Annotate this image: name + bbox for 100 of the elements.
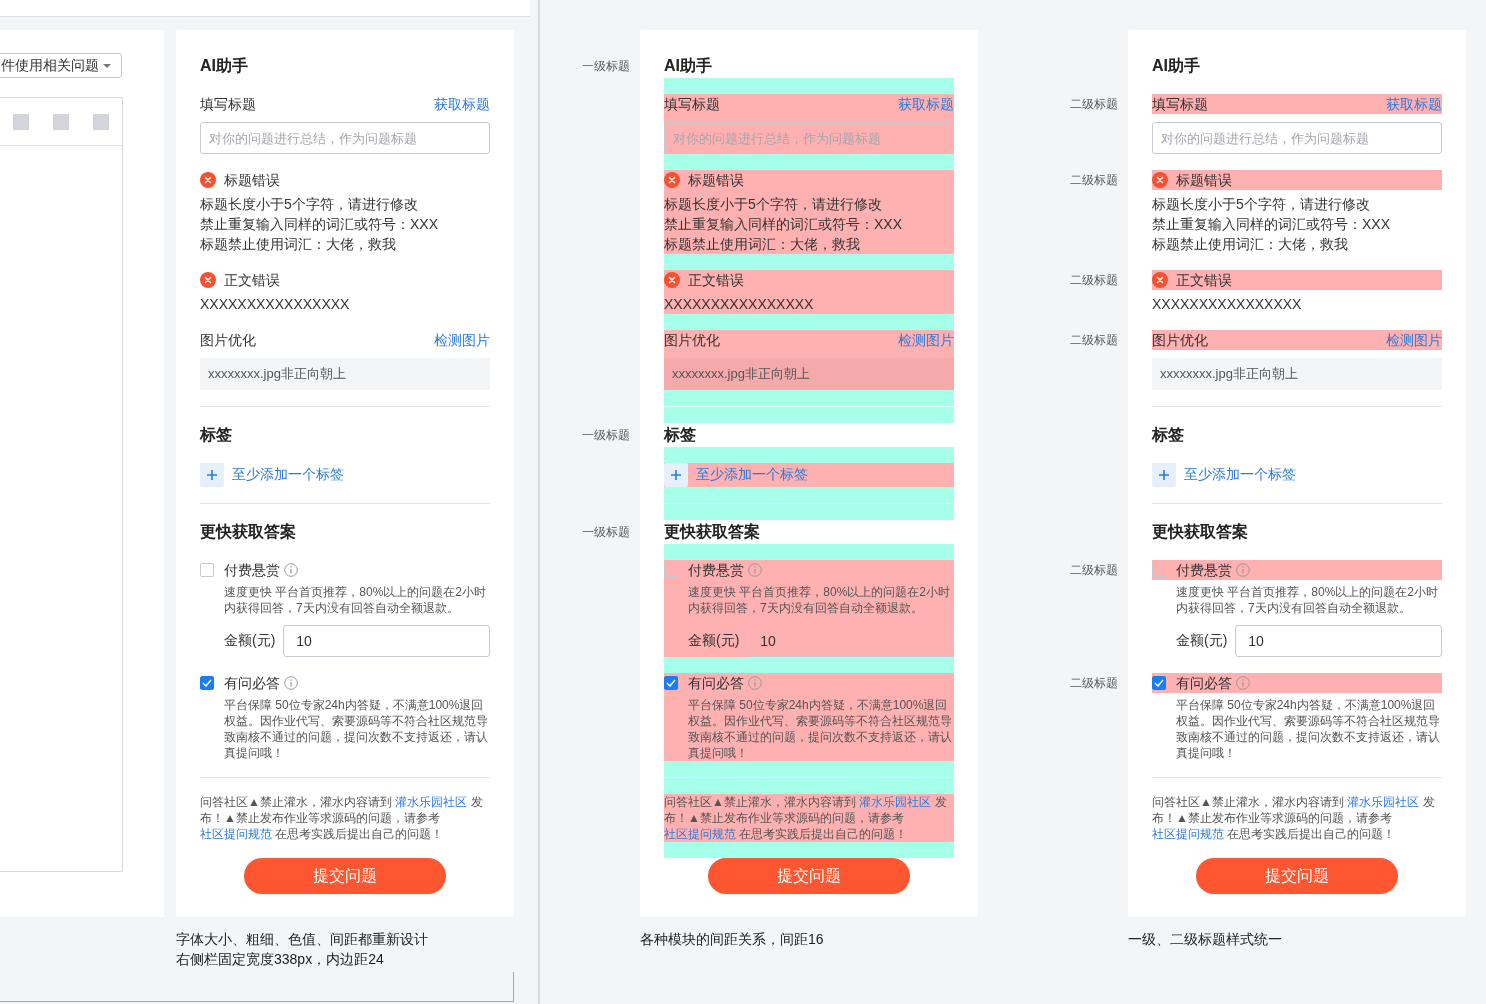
- option-description: 平台保障 50位专家24h内答疑，不满意100%退回权益。因作业代写、索要源码等不符合社区规范导致南核不通过的问题，提问次数不支持返还，请认真提问哦！: [688, 697, 953, 761]
- amount-field[interactable]: 10: [1235, 625, 1442, 657]
- checkbox[interactable]: [664, 563, 678, 577]
- plus-icon: [200, 463, 224, 487]
- toolbar-icon[interactable]: [53, 113, 69, 130]
- error-message: 标题长度小于5个字符，请进行修改: [1152, 195, 1371, 214]
- info-icon: [748, 676, 762, 690]
- category-dropdown[interactable]: 件使用相关问题: [0, 53, 122, 78]
- toolbar-icon[interactable]: [93, 113, 109, 130]
- error-message: 标题禁止使用词汇：大佬，救我: [200, 235, 397, 254]
- section-heading: AI助手: [200, 56, 249, 76]
- error-message: 禁止重复输入同样的词汇或符号：XXX: [664, 215, 903, 234]
- section-heading: 更快获取答案: [200, 522, 297, 542]
- notice-link[interactable]: 社区提问规范: [664, 827, 736, 841]
- annotation-label: 二级标题: [1069, 675, 1119, 692]
- section-heading: 标签: [1152, 425, 1185, 445]
- checkbox[interactable]: [664, 676, 678, 690]
- checkbox[interactable]: [200, 563, 214, 577]
- notice-link[interactable]: 灌水乐园社区: [1347, 795, 1420, 809]
- field-label: 填写标题: [664, 95, 720, 114]
- title-field[interactable]: 对你的问题进行总结，作为问题标题: [1152, 122, 1442, 154]
- action-link[interactable]: 检测图片: [434, 330, 490, 350]
- info-icon: [1236, 676, 1250, 690]
- notice-box: xxxxxxxx.jpg非正向朝上: [1152, 358, 1442, 390]
- info-icon: [284, 676, 298, 690]
- field-label: 图片优化: [200, 331, 256, 350]
- error-message: 标题长度小于5个字符，请进行修改: [200, 195, 419, 214]
- option-label: 有问必答: [224, 674, 280, 693]
- option-description: 速度更快 平台首页推荐，80%以上的问题在2小时内获得回答，7天内没有回答自动全额退款。: [224, 584, 488, 616]
- annotation-label: 二级标题: [1069, 96, 1119, 113]
- add-tag-button[interactable]: 至少添加一个标签: [1152, 463, 1296, 487]
- error-icon: [1152, 272, 1168, 288]
- error-message: XXXXXXXXXXXXXXXX: [664, 295, 815, 314]
- annotation-label: 一级标题: [581, 427, 631, 444]
- error-message: 禁止重复输入同样的词汇或符号：XXX: [200, 215, 439, 234]
- info-icon: [748, 563, 762, 577]
- error-title: 正文错误: [688, 271, 744, 290]
- action-link[interactable]: 获取标题: [434, 94, 490, 114]
- notice-box: xxxxxxxx.jpg非正向朝上: [664, 358, 954, 390]
- annotation-label: 一级标题: [581, 524, 631, 541]
- add-tag-button[interactable]: 至少添加一个标签: [664, 463, 808, 487]
- checkbox[interactable]: [200, 676, 214, 690]
- submit-button[interactable]: 提交问题: [1196, 858, 1398, 894]
- error-message: XXXXXXXXXXXXXXXX: [200, 295, 351, 314]
- option-description: 平台保障 50位专家24h内答疑，不满意100%退回权益。因作业代写、索要源码等不符合社区规范导致南核不通过的问题，提问次数不支持返还，请认真提问哦！: [224, 697, 489, 761]
- caret-icon: [103, 63, 111, 68]
- caption-text: 右侧栏固定宽度338px，内边距24: [176, 950, 385, 969]
- error-message: 标题禁止使用词汇：大佬，救我: [664, 235, 861, 254]
- section-heading: 更快获取答案: [1152, 522, 1249, 542]
- error-title: 标题错误: [1176, 171, 1232, 190]
- option-label: 有问必答: [688, 674, 744, 693]
- option-label: 付费悬赏: [224, 561, 280, 580]
- section-heading: AI助手: [664, 56, 713, 76]
- action-link[interactable]: 检测图片: [1386, 330, 1442, 350]
- title-field[interactable]: 对你的问题进行总结，作为问题标题: [200, 122, 490, 154]
- amount-field[interactable]: 10: [747, 625, 954, 657]
- notice-link[interactable]: 灌水乐园社区: [859, 795, 932, 809]
- editor-box[interactable]: [0, 97, 123, 872]
- error-message: 禁止重复输入同样的词汇或符号：XXX: [1152, 215, 1391, 234]
- toolbar-icon[interactable]: [13, 113, 29, 130]
- error-icon: [1152, 172, 1168, 188]
- notice-link[interactable]: 社区提问规范: [1152, 827, 1224, 841]
- checkbox[interactable]: [1152, 563, 1166, 577]
- annotation-label: 二级标题: [1069, 172, 1119, 189]
- plus-icon: [664, 463, 688, 487]
- action-link[interactable]: 检测图片: [898, 330, 954, 350]
- amount-label: 金额(元): [1176, 632, 1228, 650]
- annotation-label: 二级标题: [1069, 562, 1119, 579]
- option-label: 付费悬赏: [688, 561, 744, 580]
- notice-link[interactable]: 灌水乐园社区: [395, 795, 468, 809]
- notice-link[interactable]: 社区提问规范: [200, 827, 272, 841]
- notice-box: xxxxxxxx.jpg非正向朝上: [200, 358, 490, 390]
- section-heading: 标签: [664, 425, 697, 445]
- section-heading: 更快获取答案: [664, 522, 761, 542]
- annotation-label: 二级标题: [1069, 332, 1119, 349]
- add-tag-button[interactable]: 至少添加一个标签: [200, 463, 344, 487]
- option-description: 速度更快 平台首页推荐，80%以上的问题在2小时内获得回答，7天内没有回答自动全额退款。: [1176, 584, 1440, 616]
- footer-notice: 问答社区▲禁止灌水，灌水内容请到 灌水乐园社区 发布！▲禁止发布作业等求源码的问题，请参考 社区提问规范 在思考实践后提出自己的问题！: [200, 794, 484, 842]
- submit-button[interactable]: 提交问题: [244, 858, 446, 894]
- option-description: 平台保障 50位专家24h内答疑，不满意100%退回权益。因作业代写、索要源码等不符合社区规范导致南核不通过的问题，提问次数不支持返还，请认真提问哦！: [1176, 697, 1441, 761]
- error-message: XXXXXXXXXXXXXXXX: [1152, 295, 1303, 314]
- error-message: 标题长度小于5个字符，请进行修改: [664, 195, 883, 214]
- section-heading: 标签: [200, 425, 233, 445]
- amount-field[interactable]: 10: [283, 625, 490, 657]
- action-link[interactable]: 获取标题: [898, 94, 954, 114]
- title-field[interactable]: 对你的问题进行总结，作为问题标题: [664, 122, 954, 154]
- section-heading: AI助手: [1152, 56, 1201, 76]
- caption-text: 字体大小、粗细、色值、间距都重新设计: [176, 930, 429, 949]
- error-icon: [200, 272, 216, 288]
- submit-button[interactable]: 提交问题: [708, 858, 910, 894]
- field-label: 图片优化: [664, 331, 720, 350]
- error-icon: [664, 272, 680, 288]
- error-title: 标题错误: [224, 171, 280, 190]
- error-message: 标题禁止使用词汇：大佬，救我: [1152, 235, 1349, 254]
- option-description: 速度更快 平台首页推荐，80%以上的问题在2小时内获得回答，7天内没有回答自动全额退款。: [688, 584, 952, 616]
- amount-label: 金额(元): [224, 632, 276, 650]
- action-link[interactable]: 获取标题: [1386, 94, 1442, 114]
- caption-text: 各种模块的间距关系，间距16: [640, 930, 825, 949]
- checkbox[interactable]: [1152, 676, 1166, 690]
- error-icon: [664, 172, 680, 188]
